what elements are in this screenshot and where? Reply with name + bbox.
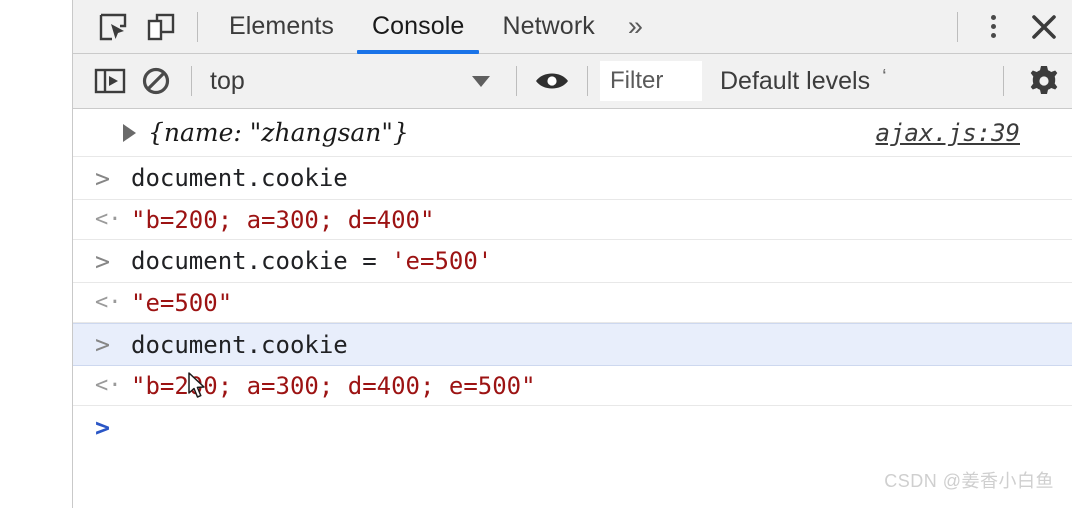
log-levels-select[interactable]: Default levels ‘ <box>720 65 887 96</box>
output-result-icon: <· <box>95 290 122 315</box>
toolbar-divider-1 <box>191 66 192 96</box>
console-input-code: document.cookie <box>131 164 348 192</box>
settings-gear-icon[interactable] <box>1016 54 1072 109</box>
output-result-icon: <· <box>95 207 122 232</box>
kebab-dot <box>990 15 996 20</box>
console-output-row[interactable]: <· "e=500" <box>73 283 1072 323</box>
source-link[interactable]: ajax.js:39 <box>876 119 1021 147</box>
output-result-icon: <· <box>95 373 122 398</box>
console-toolbar: top Filter Default levels ‘ <box>73 54 1072 109</box>
tab-console[interactable]: Console <box>353 0 483 54</box>
console-input-row-selected[interactable]: > document.cookie <box>73 323 1072 366</box>
console-input-code: document.cookie = <box>131 247 392 275</box>
input-prompt-icon: > <box>95 330 111 359</box>
expand-triangle-icon[interactable] <box>123 123 136 142</box>
execution-context-label: top <box>210 66 245 95</box>
devtools-tabbar: Elements Console Network » <box>73 0 1072 54</box>
console-output-row[interactable]: <· "b=200; a=300; d=400; e=500" <box>73 366 1072 406</box>
console-log-row[interactable]: {name: "zhangsan" } ajax.js:39 <box>73 109 1072 157</box>
more-options-icon[interactable] <box>970 0 1016 54</box>
chevron-down-icon <box>472 75 490 87</box>
tab-elements-label: Elements <box>229 12 335 40</box>
kebab-dot <box>990 24 996 29</box>
tab-console-label: Console <box>372 12 465 40</box>
execution-context-select[interactable]: top <box>204 54 504 109</box>
chevron-double-right-icon: » <box>627 11 643 41</box>
tab-network-label: Network <box>502 12 595 40</box>
input-prompt-icon: > <box>95 163 111 193</box>
tab-network[interactable]: Network <box>483 0 613 54</box>
kebab-dot <box>990 33 996 38</box>
inspect-element-icon[interactable] <box>89 0 137 54</box>
screenshot-root: Elements Console Network » top Filter De… <box>0 0 1072 508</box>
device-toolbar-icon[interactable] <box>137 0 185 54</box>
input-prompt-icon: > <box>95 246 111 276</box>
console-output-value: "b=200; a=300; d=400" <box>131 205 435 234</box>
active-prompt-icon: > <box>95 412 111 442</box>
console-output-value: "b=200; a=300; d=400; e=500" <box>131 371 536 400</box>
tabbar-divider <box>197 11 198 42</box>
toolbar-divider-4 <box>1003 66 1004 96</box>
console-output-row[interactable]: <· "b=200; a=300; d=400" <box>73 200 1072 240</box>
console-input-row[interactable]: > document.cookie = 'e=500' <box>73 240 1072 283</box>
console-input-code: document.cookie <box>131 330 348 359</box>
more-tabs-button[interactable]: » <box>614 0 657 54</box>
tabbar-divider-right <box>957 11 958 42</box>
watermark: CSDN @姜香小白鱼 <box>884 471 1054 491</box>
console-input-literal: 'e=500' <box>391 247 493 275</box>
console-output-value: "e=500" <box>131 288 233 317</box>
logged-object-prefix: {name: <box>148 118 250 147</box>
tab-elements[interactable]: Elements <box>210 0 353 54</box>
console-prompt-row[interactable]: > <box>73 406 1072 448</box>
devtools-panel: Elements Console Network » top Filter De… <box>72 0 1072 508</box>
toolbar-divider-3 <box>587 66 588 96</box>
logged-object-value: "zhangsan" <box>249 118 393 147</box>
clear-console-icon[interactable] <box>133 54 179 109</box>
chevron-down-icon: ‘ <box>882 65 887 88</box>
console-sidebar-icon[interactable] <box>87 54 133 109</box>
console-output[interactable]: {name: "zhangsan" } ajax.js:39 > documen… <box>73 109 1072 507</box>
console-input-row[interactable]: > document.cookie <box>73 157 1072 200</box>
filter-input[interactable]: Filter <box>600 61 702 101</box>
toolbar-divider-2 <box>516 66 517 96</box>
log-levels-label: Default levels <box>720 66 871 95</box>
close-icon[interactable] <box>1016 0 1072 54</box>
live-expression-icon[interactable] <box>529 54 575 109</box>
logged-object-suffix: } <box>392 118 409 147</box>
